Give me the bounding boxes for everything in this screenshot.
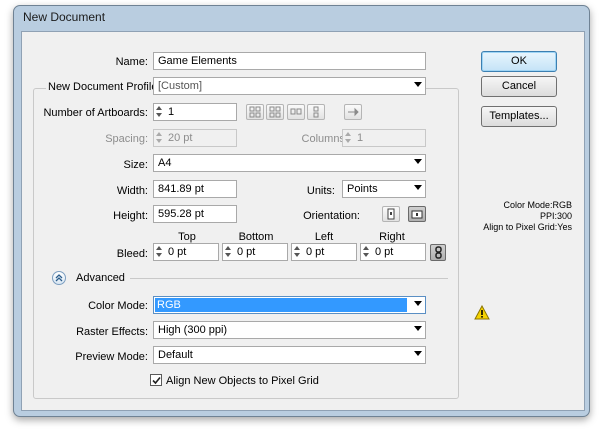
bleed-top-header: Top [178,231,196,243]
spacing-value: 20 pt [168,132,193,144]
chevron-down-icon [414,326,422,331]
align-pixel-label[interactable]: Align New Objects to Pixel Grid [166,374,319,388]
size-label: Size: [123,159,148,171]
units-value: Points [347,183,378,195]
size-value: A4 [158,157,172,169]
ok-button[interactable]: OK [481,51,557,72]
color-mode-dropdown[interactable]: RGB [153,296,426,314]
width-input[interactable]: 841.89 pt [153,180,237,198]
chevron-down-icon [414,185,422,190]
bleed-right-stepper[interactable]: 0 pt [360,243,426,261]
right-to-left-layout-icon[interactable] [344,104,362,120]
width-label: Width: [116,185,148,197]
raster-effects-label: Raster Effects: [76,326,148,338]
size-dropdown[interactable]: A4 [153,154,426,172]
chevron-down-icon [414,82,422,87]
profile-value: [Custom] [158,80,203,92]
stepper-arrows-icon [345,132,352,144]
advanced-label: Advanced [76,272,125,284]
profile-label: New Document Profile: [46,80,163,94]
warning-icon [474,304,490,321]
chevron-down-icon [414,351,422,356]
bleed-bottom-stepper[interactable]: 0 pt [222,243,288,261]
bleed-right-value: 0 pt [375,246,394,258]
color-mode-label: Color Mode: [88,300,148,312]
dialog-title: New Document [23,10,106,24]
columns-stepper[interactable]: 1 [342,129,426,147]
stepper-arrows-icon[interactable] [156,106,163,118]
spacing-stepper[interactable]: 20 pt [153,129,237,147]
arrange-by-column-icon[interactable] [307,104,325,120]
chevron-down-icon [414,301,422,306]
chevron-down-icon [414,159,422,164]
portrait-icon[interactable] [382,206,400,222]
chain-link-icon[interactable] [430,244,446,261]
collapse-chevron-icon[interactable] [52,271,66,285]
bleed-top-value: 0 pt [168,246,187,258]
bleed-right-header: Right [379,231,405,243]
bleed-bottom-value: 0 pt [237,246,256,258]
templates-button[interactable]: Templates... [481,106,557,127]
profile-dropdown[interactable]: [Custom] [153,77,426,95]
stepper-arrows-icon[interactable] [363,246,370,258]
align-pixel-checkbox[interactable] [150,374,162,386]
name-label: Name: [115,56,148,68]
summary-color-mode: Color Mode:RGB [503,200,572,210]
summary-ppi: PPI:300 [539,211,572,221]
cancel-button[interactable]: Cancel [481,76,557,97]
orientation-label: Orientation: [303,210,360,222]
preview-mode-label: Preview Mode: [75,351,148,363]
advanced-divider [130,278,448,279]
units-label: Units: [306,185,335,197]
stepper-arrows-icon[interactable] [225,246,232,258]
summary-align-pixel: Align to Pixel Grid:Yes [483,222,572,232]
height-label: Height: [113,210,148,222]
raster-effects-dropdown[interactable]: High (300 ppi) [153,321,426,339]
bleed-left-value: 0 pt [306,246,325,258]
preview-mode-dropdown[interactable]: Default [153,346,426,364]
color-mode-value: RGB [155,298,407,312]
stepper-arrows-icon[interactable] [156,246,163,258]
artboards-label: Number of Artboards: [43,107,148,119]
grid-by-column-icon[interactable] [266,104,284,120]
preview-mode-value: Default [158,349,193,361]
bleed-left-header: Left [314,231,334,243]
units-dropdown[interactable]: Points [342,180,426,198]
spacing-label: Spacing: [105,133,148,145]
bleed-bottom-header: Bottom [238,231,274,243]
grid-by-row-icon[interactable] [246,104,264,120]
bleed-left-stepper[interactable]: 0 pt [291,243,357,261]
bleed-top-stepper[interactable]: 0 pt [153,243,219,261]
artboards-value: 1 [168,106,175,118]
raster-effects-value: High (300 ppi) [158,324,228,336]
arrange-by-row-icon[interactable] [287,104,305,120]
stepper-arrows-icon[interactable] [294,246,301,258]
artboards-stepper[interactable]: 1 [153,103,237,121]
landscape-icon[interactable] [408,206,426,222]
height-input[interactable]: 595.28 pt [153,205,237,223]
stepper-arrows-icon [156,132,163,144]
columns-value: 1 [357,132,364,144]
name-input[interactable]: Game Elements [153,52,426,70]
bleed-label: Bleed: [116,248,148,260]
